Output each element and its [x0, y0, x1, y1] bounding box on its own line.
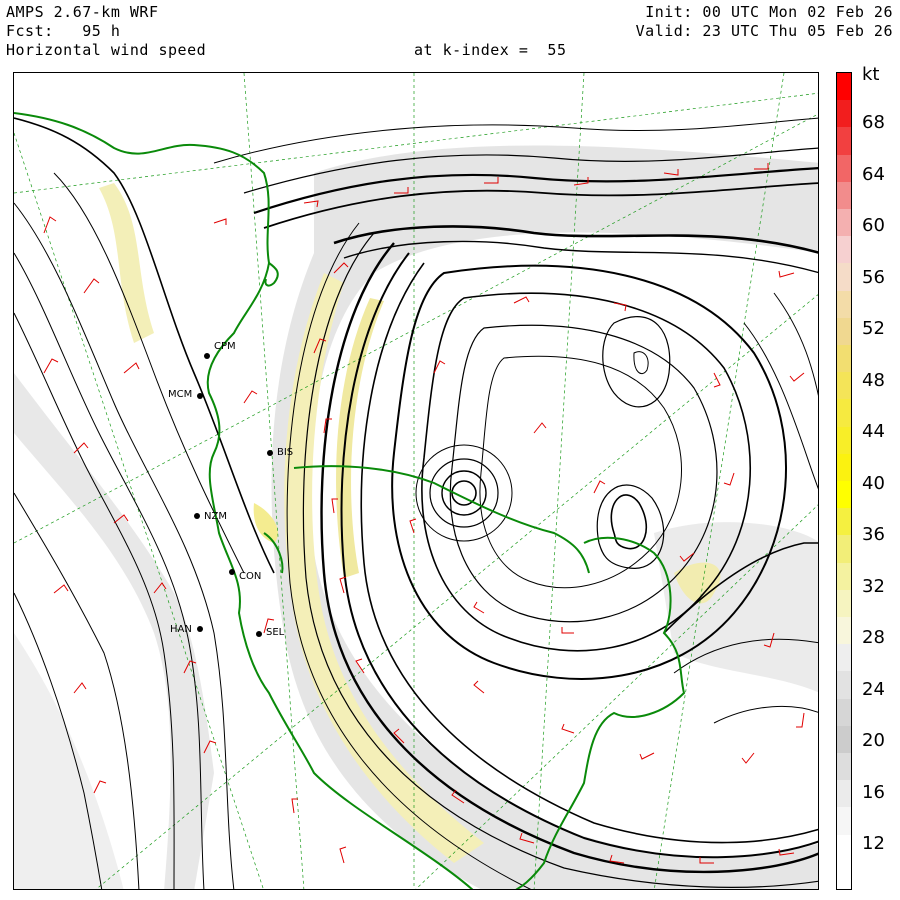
colorbar-tick-label: 48: [862, 369, 885, 391]
colorbar-segment: [837, 562, 851, 591]
colorbar-tick-label: 68: [862, 112, 885, 133]
colorbar-tick-label: 16: [862, 781, 885, 803]
colorbar-segment: [837, 127, 851, 156]
colorbar-segment: [837, 154, 851, 183]
shade-right-cyclone: [654, 522, 818, 693]
colorbar-segment: [837, 372, 851, 400]
colorbar-tick-label: 52: [862, 318, 885, 339]
station-label-sel: SEL: [266, 627, 285, 638]
colorbar-segment: [837, 753, 851, 781]
station-marker: [194, 513, 200, 519]
map-canvas: [14, 73, 818, 889]
colorbar-segment: [837, 263, 851, 292]
colorbar-tick-label: 12: [862, 833, 885, 854]
shade-bottom-left: [14, 633, 124, 889]
station-marker: [229, 569, 235, 575]
station-marker: [204, 353, 210, 359]
colorbar-segment: [837, 100, 851, 128]
colorbar-tick-label: 44: [862, 421, 885, 442]
station-label-han: HAN: [170, 624, 192, 635]
colorbar-tick-label: 36: [862, 524, 885, 545]
colorbar-segment: [837, 209, 851, 237]
colorbar-segment: [837, 73, 851, 101]
colorbar-tick-label: 32: [862, 575, 885, 597]
model-title: AMPS 2.67-km WRF: [6, 3, 159, 21]
valid-time: Valid: 23 UTC Thu 05 Feb 26: [635, 22, 893, 40]
colorbar-segment: [837, 861, 851, 890]
colorbar-segment: [837, 399, 851, 428]
wind-speed-shading: [14, 145, 818, 889]
colorbar-segment: [837, 780, 851, 808]
colorbar-segment: [837, 481, 851, 509]
forecast-hour: Fcst: 95 h: [6, 22, 121, 40]
level-label: at k-index = 55: [414, 41, 567, 59]
colorbar-tick-label: 40: [862, 472, 885, 494]
colorbar-segment: [837, 589, 851, 618]
colorbar-segment: [837, 181, 851, 210]
colorbar-segment: [837, 807, 851, 836]
shade-upper-left: [99, 183, 154, 343]
station-marker: [267, 450, 273, 456]
shade-jet-core-2: [336, 298, 384, 578]
colorbar-tick-label: 24: [862, 678, 885, 700]
colorbar-segment: [837, 725, 851, 754]
colorbar-segment: [837, 453, 851, 482]
colorbar-segment: [837, 698, 851, 727]
colorbar-segment: [837, 345, 851, 373]
colorbar-segment: [837, 290, 851, 319]
colorbar-tick-label: 28: [862, 627, 885, 648]
colorbar-tick-label: 60: [862, 215, 885, 236]
colorbar-segment: [837, 834, 851, 863]
station-marker: [197, 626, 203, 632]
station-label-bis: BIS: [277, 447, 294, 458]
colorbar-segment: [837, 317, 851, 346]
station-marker: [256, 631, 262, 637]
station-marker: [197, 393, 203, 399]
colorbar-segment: [837, 617, 851, 645]
wind-speed-map: CPM MCM BIS NZM CON HAN SEL: [13, 72, 819, 890]
colorbar-unit: kt: [862, 64, 880, 85]
colorbar-tick-label: 56: [862, 266, 885, 288]
colorbar-segment: [837, 671, 851, 700]
colorbar-tick-label: 64: [862, 163, 885, 185]
colorbar-segment: [837, 644, 851, 672]
colorbar-segment: [837, 426, 851, 455]
colorbar: [836, 72, 852, 890]
station-label-nzm: NZM: [204, 511, 227, 522]
station-label-con: CON: [239, 571, 262, 582]
colorbar-segment: [837, 236, 851, 264]
colorbar-segment: [837, 535, 851, 564]
colorbar-segment: [837, 508, 851, 536]
station-label-cpm: CPM: [214, 341, 236, 352]
init-time: Init: 00 UTC Mon 02 Feb 26: [645, 3, 893, 21]
station-label-mcm: MCM: [168, 389, 193, 400]
colorbar-tick-label: 20: [862, 730, 885, 751]
field-name: Horizontal wind speed: [6, 41, 207, 59]
